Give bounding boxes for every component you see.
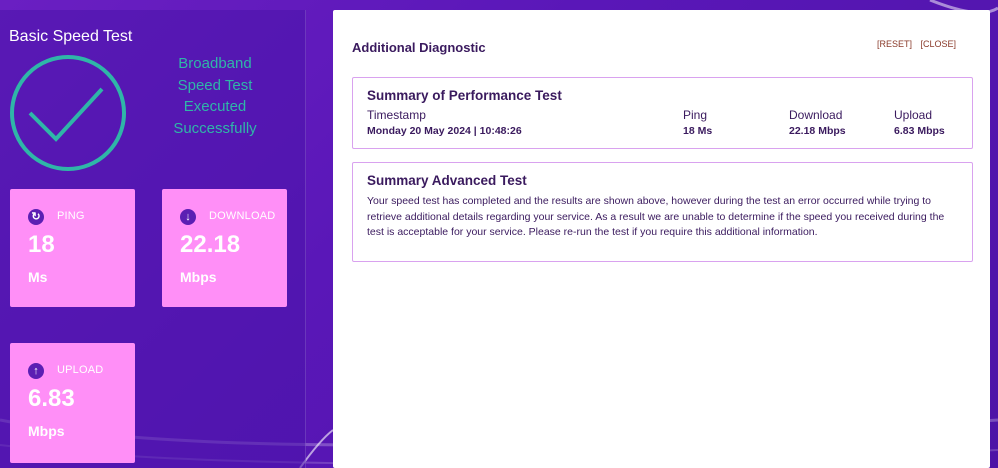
result-line: Successfully <box>173 119 257 137</box>
performance-summary-title: Summary of Performance Test <box>367 88 562 103</box>
download-result: 22.18 Mbps <box>789 125 846 137</box>
advanced-summary-title: Summary Advanced Test <box>367 173 527 188</box>
ping-header: Ping <box>683 108 708 122</box>
result-line: Speed Test <box>177 76 253 94</box>
ping-value: 18 <box>28 231 55 258</box>
ping-label: PING <box>57 210 85 222</box>
upload-value: 6.83 <box>28 385 75 412</box>
download-value: 22.18 <box>180 231 241 258</box>
diagnostic-title: Additional Diagnostic <box>352 40 486 55</box>
arrow-down-icon: ↓ <box>180 209 196 225</box>
timestamp-column: Timestamp Monday 20 May 2024 | 10:48:26 <box>367 108 522 137</box>
download-header: Download <box>789 108 843 122</box>
refresh-icon: ↻ <box>28 209 44 225</box>
performance-summary-box: Summary of Performance Test Timestamp Mo… <box>352 77 973 149</box>
ping-result: 18 Ms <box>683 125 713 137</box>
upload-label: UPLOAD <box>57 364 104 376</box>
download-card: ↓ DOWNLOAD 22.18 Mbps <box>162 189 287 307</box>
download-column: Download 22.18 Mbps <box>789 108 846 137</box>
arrow-up-icon: ↑ <box>28 363 44 379</box>
download-unit: Mbps <box>180 269 217 285</box>
upload-header: Upload <box>894 108 933 122</box>
diagnostic-actions: [RESET] [CLOSE] <box>871 39 956 49</box>
upload-column: Upload 6.83 Mbps <box>894 108 945 137</box>
ping-unit: Ms <box>28 269 48 285</box>
speed-test-panel: Basic Speed Test Broadband Speed Test Ex… <box>0 10 306 468</box>
advanced-summary-text: Your speed test has completed and the re… <box>367 195 945 238</box>
upload-card: ↑ UPLOAD 6.83 Mbps <box>10 343 135 463</box>
advanced-summary-box: Summary Advanced Test Your speed test ha… <box>352 162 973 262</box>
upload-unit: Mbps <box>28 423 65 439</box>
result-message: Broadband Speed Test Executed Successful… <box>160 53 270 139</box>
page-title: Basic Speed Test <box>9 28 133 45</box>
close-button[interactable]: [CLOSE] <box>920 39 956 49</box>
reset-button[interactable]: [RESET] <box>877 39 912 49</box>
download-label: DOWNLOAD <box>209 210 276 222</box>
checkmark-circle-icon <box>10 55 126 171</box>
diagnostic-panel: Additional Diagnostic [RESET] [CLOSE] Su… <box>333 10 990 468</box>
result-line: Broadband <box>178 55 252 72</box>
timestamp-value: Monday 20 May 2024 | 10:48:26 <box>367 125 522 137</box>
ping-card: ↻ PING 18 Ms <box>10 189 135 307</box>
ping-column: Ping 18 Ms <box>683 108 712 137</box>
result-line: Executed <box>183 98 247 115</box>
upload-result: 6.83 Mbps <box>894 125 945 137</box>
timestamp-header: Timestamp <box>367 108 426 122</box>
